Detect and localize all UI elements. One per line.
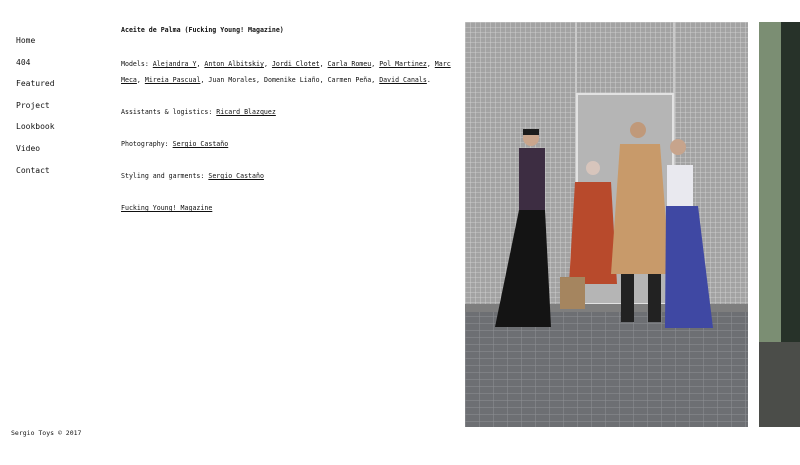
model-link[interactable]: Alejandra Y (153, 60, 197, 68)
model-link[interactable]: Pol Martinez (379, 60, 427, 68)
next-photo-illustration (759, 22, 800, 427)
styling-credit: Styling and garments: Sergio Castaño (121, 168, 461, 184)
article-content: Aceite de Palma (Fucking Young! Magazine… (121, 24, 461, 232)
stylist-link[interactable]: Sergio Castaño (208, 172, 264, 180)
nav-contact[interactable]: Contact (16, 164, 55, 186)
model-link[interactable]: Jordi Clotet (272, 60, 320, 68)
model-link[interactable]: Carla Romeu (328, 60, 372, 68)
nav-lookbook[interactable]: Lookbook (16, 120, 55, 142)
model-name: Domenike Liaño (264, 76, 320, 84)
models-list: Alejandra Y, Anton Albitskiy, Jordi Clot… (121, 60, 451, 84)
model-name: Juan Morales (208, 76, 257, 84)
nav-project[interactable]: Project (16, 99, 55, 121)
model-link[interactable]: Anton Albitskiy (204, 60, 264, 68)
photography-credit: Photography: Sergio Castaño (121, 136, 461, 152)
photographer-link[interactable]: Sergio Castaño (173, 140, 229, 148)
assistant-link[interactable]: Ricard Blazquez (216, 108, 276, 116)
model-link[interactable]: Mireia Pascual (145, 76, 201, 84)
article-title: Aceite de Palma (Fucking Young! Magazine… (121, 26, 284, 34)
model-name: Carmen Peña (327, 76, 372, 84)
styling-label: Styling and garments: (121, 172, 205, 180)
models-label: Models: (121, 60, 149, 68)
nav-featured[interactable]: Featured (16, 77, 55, 99)
nav-video[interactable]: Video (16, 142, 55, 164)
fashion-photo-illustration (465, 22, 748, 427)
model-link[interactable]: David Canals (379, 76, 427, 84)
main-nav: Home 404 Featured Project Lookbook Video… (16, 34, 55, 185)
photography-label: Photography: (121, 140, 169, 148)
fashion-photo[interactable] (465, 22, 748, 427)
next-photo[interactable] (759, 22, 800, 427)
nav-home[interactable]: Home (16, 34, 55, 56)
nav-404[interactable]: 404 (16, 56, 55, 78)
assistants-credit: Assistants & logistics: Ricard Blazquez (121, 104, 461, 120)
models-credit: Models: Alejandra Y, Anton Albitskiy, Jo… (121, 56, 461, 88)
magazine-credit: Fucking Young! Magazine (121, 200, 461, 216)
magazine-link[interactable]: Fucking Young! Magazine (121, 204, 212, 212)
footer-copyright: Sergio Toys © 2017 (11, 429, 82, 437)
assistants-label: Assistants & logistics: (121, 108, 213, 116)
